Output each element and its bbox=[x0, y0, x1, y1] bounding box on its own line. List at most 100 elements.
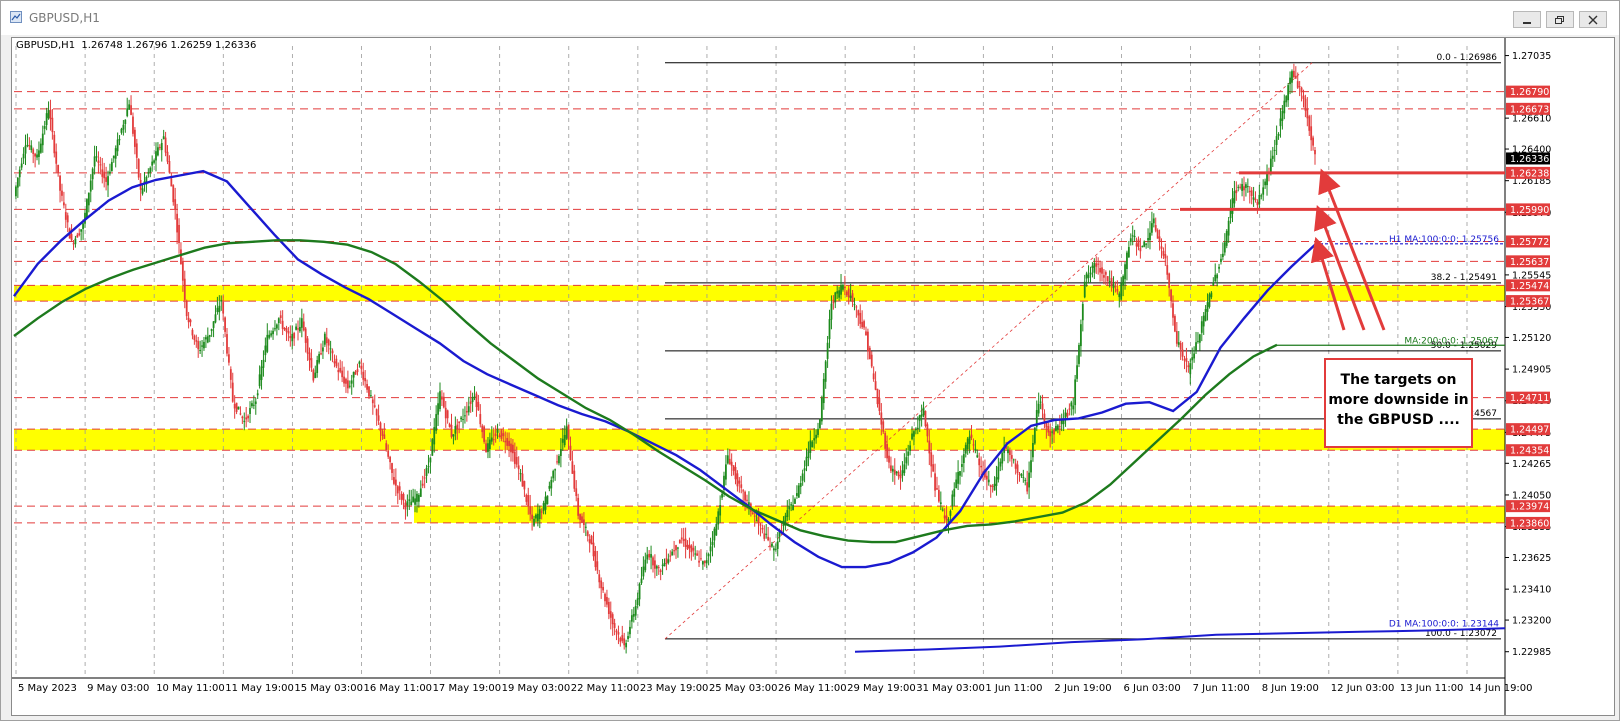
candle-body bbox=[1225, 230, 1228, 246]
candle-body bbox=[870, 354, 873, 367]
candle-body bbox=[890, 465, 892, 471]
candle-body bbox=[183, 278, 186, 300]
minimize-icon bbox=[1523, 21, 1531, 24]
candle-body bbox=[297, 328, 299, 330]
candle-body bbox=[563, 435, 566, 446]
candle-body bbox=[732, 465, 735, 471]
annotation-box: The targets on more downside in the GBPU… bbox=[1324, 358, 1473, 448]
candle-body bbox=[680, 537, 683, 540]
candle-body bbox=[1212, 282, 1215, 286]
candle-body bbox=[815, 434, 817, 439]
candle-body bbox=[1058, 426, 1061, 428]
candle-body bbox=[903, 464, 906, 474]
candle-body bbox=[630, 615, 633, 622]
candle-body bbox=[627, 636, 629, 639]
candle-body bbox=[293, 332, 296, 339]
candle-body bbox=[1296, 81, 1299, 88]
candle-body bbox=[753, 515, 756, 517]
candle-body bbox=[481, 425, 484, 433]
terminal-window: GBPUSD,H1 1.27035 1.26610 1.26400 1.26185 1.… bbox=[0, 0, 1620, 721]
candle-body bbox=[905, 457, 908, 464]
candle-body bbox=[93, 156, 96, 167]
candle-body bbox=[1030, 460, 1032, 473]
candle-body bbox=[55, 151, 58, 164]
candle-body bbox=[1306, 108, 1309, 119]
candle-body bbox=[406, 501, 409, 506]
candle-body bbox=[1298, 86, 1301, 88]
candle-body bbox=[488, 439, 491, 450]
candle-body bbox=[1152, 218, 1155, 224]
candle-body bbox=[78, 233, 81, 236]
candle-body bbox=[849, 295, 852, 299]
candle-body bbox=[279, 315, 282, 318]
candle-body bbox=[135, 143, 138, 158]
candle-body bbox=[1081, 303, 1084, 321]
candle-body bbox=[1039, 401, 1042, 403]
candle-body bbox=[1051, 431, 1054, 433]
candle-body bbox=[1053, 429, 1055, 435]
candle-body bbox=[575, 488, 578, 497]
candle-body bbox=[824, 361, 827, 382]
candle-body bbox=[379, 422, 382, 432]
candle-body bbox=[980, 465, 983, 468]
candle-body bbox=[588, 539, 591, 544]
candle-body bbox=[170, 178, 173, 187]
candle-body bbox=[1116, 288, 1119, 292]
candle-body bbox=[112, 155, 115, 159]
candle-body bbox=[678, 539, 681, 544]
maximize-button[interactable] bbox=[1546, 11, 1574, 28]
close-button[interactable] bbox=[1579, 11, 1607, 28]
candle-body bbox=[1139, 247, 1142, 252]
candle-body bbox=[1101, 267, 1103, 274]
chart-area[interactable]: 1.270351.266101.264001.261851.259701.255… bbox=[11, 37, 1615, 716]
candle-body bbox=[371, 399, 374, 404]
candle-body bbox=[993, 483, 996, 491]
candle-body bbox=[416, 493, 418, 502]
candle-body bbox=[688, 544, 691, 549]
candle-body bbox=[1108, 280, 1111, 282]
candle-body bbox=[613, 623, 616, 628]
candle-body bbox=[402, 494, 405, 501]
candle-body bbox=[602, 586, 604, 591]
price-tick-label: 1.22985 bbox=[1512, 647, 1551, 658]
candle-body bbox=[1191, 357, 1194, 361]
candle-body bbox=[356, 369, 359, 373]
time-tick-label: 5 May 2023 bbox=[18, 683, 77, 694]
candle-body bbox=[939, 502, 942, 505]
candle-body bbox=[318, 354, 321, 363]
candle-body bbox=[842, 284, 844, 290]
candle-body bbox=[400, 493, 403, 500]
candle-body bbox=[874, 381, 877, 390]
candle-body bbox=[995, 477, 998, 486]
price-level-tag-label: 1.24497 bbox=[1510, 425, 1549, 436]
price-level-tag-label: 1.23860 bbox=[1510, 518, 1549, 529]
candle-body bbox=[132, 116, 134, 134]
candle-body bbox=[429, 457, 432, 463]
candle-body bbox=[959, 471, 961, 476]
support-resistance-zone bbox=[14, 429, 1505, 451]
candle-body bbox=[623, 638, 626, 646]
candle-body bbox=[1252, 197, 1255, 200]
candle-body bbox=[730, 461, 733, 466]
candle-body bbox=[1174, 316, 1176, 332]
candle-body bbox=[972, 444, 975, 446]
candle-body bbox=[774, 548, 777, 550]
minimize-button[interactable] bbox=[1513, 11, 1541, 28]
candle-body bbox=[928, 440, 931, 454]
candle-body bbox=[1093, 262, 1096, 273]
candle-body bbox=[105, 177, 108, 182]
candle-body bbox=[64, 212, 67, 220]
candle-body bbox=[28, 145, 31, 147]
candle-body bbox=[540, 511, 543, 513]
candle-body bbox=[398, 486, 401, 491]
candle-body bbox=[201, 345, 203, 347]
candle-body bbox=[483, 426, 486, 442]
candle-body bbox=[638, 583, 641, 600]
candle-body bbox=[32, 149, 35, 154]
candle-body bbox=[1175, 331, 1178, 344]
candle-body bbox=[569, 445, 572, 461]
candle-body bbox=[266, 334, 269, 352]
candle-body bbox=[210, 328, 213, 332]
candle-body bbox=[803, 468, 806, 471]
candle-body bbox=[1150, 223, 1153, 233]
